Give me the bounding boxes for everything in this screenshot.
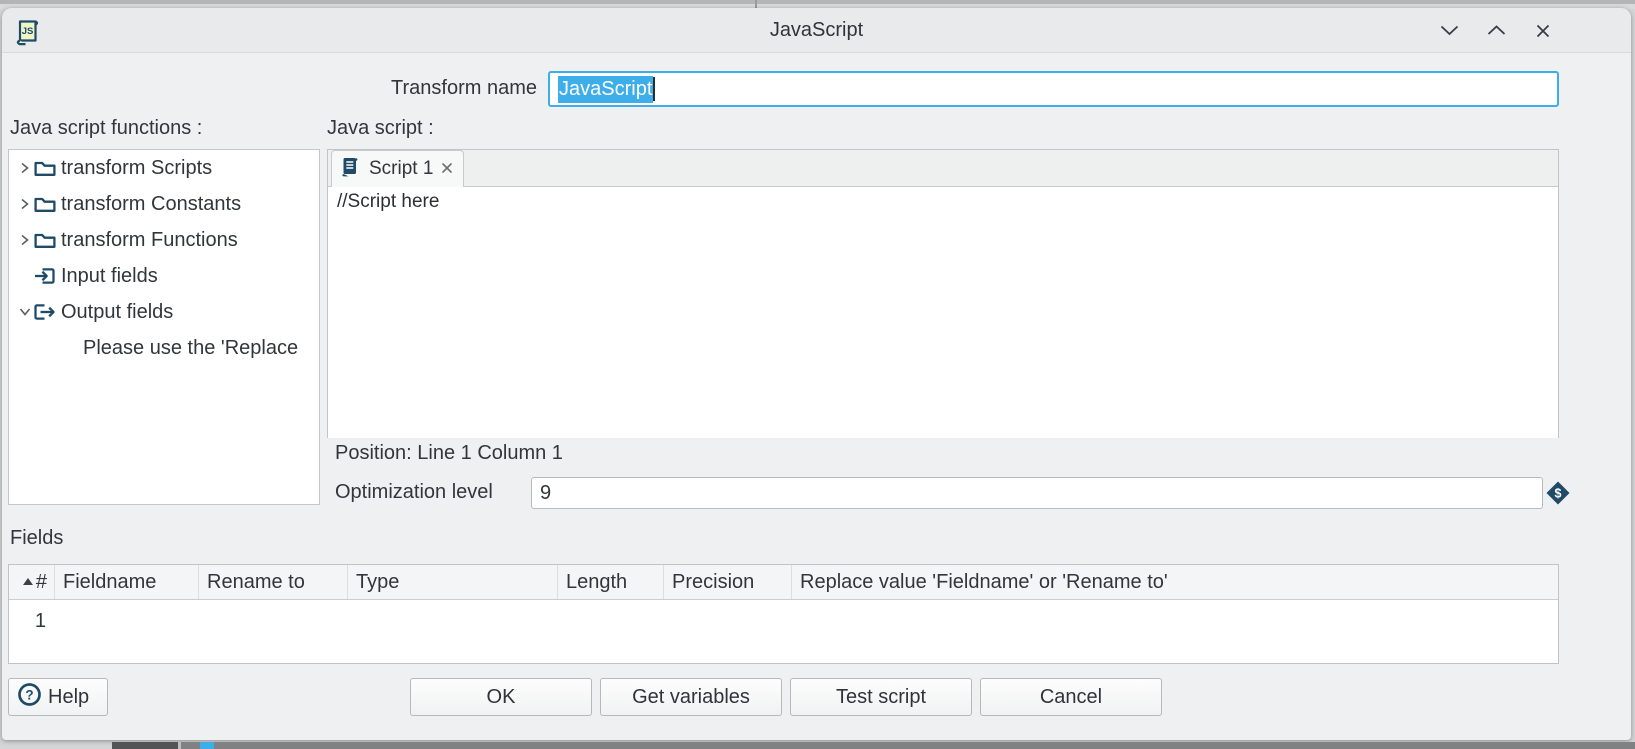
column-header-num[interactable]: # (9, 565, 55, 599)
help-button[interactable]: ? Help (8, 678, 108, 716)
length-cell[interactable] (558, 600, 664, 642)
tab-label: Script 1 (369, 158, 433, 180)
variable-diamond-icon[interactable]: $ (1545, 480, 1571, 511)
script-scroll-icon (340, 156, 361, 183)
tree-item-replace-note[interactable]: Please use the 'Replace (9, 330, 319, 366)
cancel-button[interactable]: Cancel (980, 678, 1162, 716)
get-variables-button[interactable]: Get variables (600, 678, 782, 716)
minimize-icon[interactable] (1439, 21, 1459, 41)
tree-item-label: transform Constants (61, 193, 241, 216)
cursor-position-status: Position: Line 1 Column 1 (335, 442, 563, 465)
tree-item-transform-scripts[interactable]: transform Scripts (9, 150, 319, 186)
maximize-icon[interactable] (1486, 21, 1506, 41)
window-title: JavaScript (2, 8, 1631, 53)
folder-icon (33, 230, 61, 250)
chevron-right-icon[interactable] (16, 161, 33, 175)
fields-section-label: Fields (10, 527, 63, 550)
column-header-precision[interactable]: Precision (664, 565, 792, 599)
chevron-down-icon[interactable] (16, 307, 33, 317)
chevron-right-icon[interactable] (16, 233, 33, 247)
text-caret (653, 77, 655, 101)
script-tab-bar: Script 1 (328, 150, 1558, 187)
folder-icon (33, 194, 61, 214)
functions-panel-label: Java script functions : (10, 117, 202, 140)
column-header-type[interactable]: Type (348, 565, 558, 599)
background-accent-segment (200, 742, 214, 749)
test-script-button[interactable]: Test script (790, 678, 972, 716)
help-button-label: Help (48, 686, 89, 709)
titlebar[interactable]: JS JavaScript (2, 8, 1631, 53)
close-icon[interactable] (1533, 21, 1553, 41)
tree-item-label: Input fields (61, 265, 158, 288)
column-header-fieldname[interactable]: Fieldname (55, 565, 199, 599)
functions-tree: transform Scripts transform Constants (8, 149, 320, 505)
output-fields-icon (33, 302, 61, 322)
tree-item-label: transform Functions (61, 229, 238, 252)
column-header-rename-to[interactable]: Rename to (199, 565, 348, 599)
tree-item-input-fields[interactable]: Input fields (9, 258, 319, 294)
script-tab-folder: Script 1 //Script here (327, 149, 1559, 438)
transform-name-input[interactable]: JavaScript (548, 71, 1559, 107)
ok-button[interactable]: OK (410, 678, 592, 716)
screen: JS JavaScript Transform name JavaScript (0, 0, 1635, 749)
optimization-level-label: Optimization level (335, 481, 493, 504)
column-header-replace-value[interactable]: Replace value 'Fieldname' or 'Rename to' (792, 565, 1558, 599)
tree-item-output-fields[interactable]: Output fields (9, 294, 319, 330)
tree-item-label: Output fields (61, 301, 173, 324)
tree-item-label: Please use the 'Replace (83, 337, 298, 360)
replace-value-cell[interactable] (792, 600, 1558, 642)
column-header-length[interactable]: Length (558, 565, 664, 599)
tab-close-icon[interactable] (441, 158, 453, 180)
input-fields-icon (33, 266, 61, 286)
tree-item-label: transform Scripts (61, 157, 212, 180)
table-row[interactable]: 1 (9, 600, 1558, 642)
background-window-bottom-edge (112, 742, 1635, 749)
selected-text: JavaScript (558, 76, 653, 103)
window-controls (1439, 8, 1553, 53)
script-editor[interactable]: //Script here (328, 187, 1558, 438)
optimization-level-input[interactable] (531, 477, 1543, 509)
help-question-icon: ? (16, 681, 43, 714)
tab-script-1[interactable]: Script 1 (331, 150, 464, 187)
javascript-dialog: JS JavaScript Transform name JavaScript (2, 8, 1631, 740)
tree-item-transform-constants[interactable]: transform Constants (9, 186, 319, 222)
rename-to-cell[interactable] (199, 600, 348, 642)
precision-cell[interactable] (664, 600, 792, 642)
type-cell[interactable] (348, 600, 558, 642)
svg-text:?: ? (25, 687, 33, 702)
row-number-cell: 1 (9, 600, 55, 642)
tree-item-transform-functions[interactable]: transform Functions (9, 222, 319, 258)
folder-icon (33, 158, 61, 178)
fields-table: # Fieldname Rename to Type Length Precis… (8, 564, 1559, 664)
transform-name-label: Transform name (342, 77, 537, 100)
fieldname-cell[interactable] (55, 600, 199, 642)
script-panel-label: Java script : (327, 117, 434, 140)
svg-text:$: $ (1555, 487, 1562, 501)
sort-ascending-icon (23, 578, 33, 585)
chevron-right-icon[interactable] (16, 197, 33, 211)
fields-table-header: # Fieldname Rename to Type Length Precis… (9, 565, 1558, 600)
